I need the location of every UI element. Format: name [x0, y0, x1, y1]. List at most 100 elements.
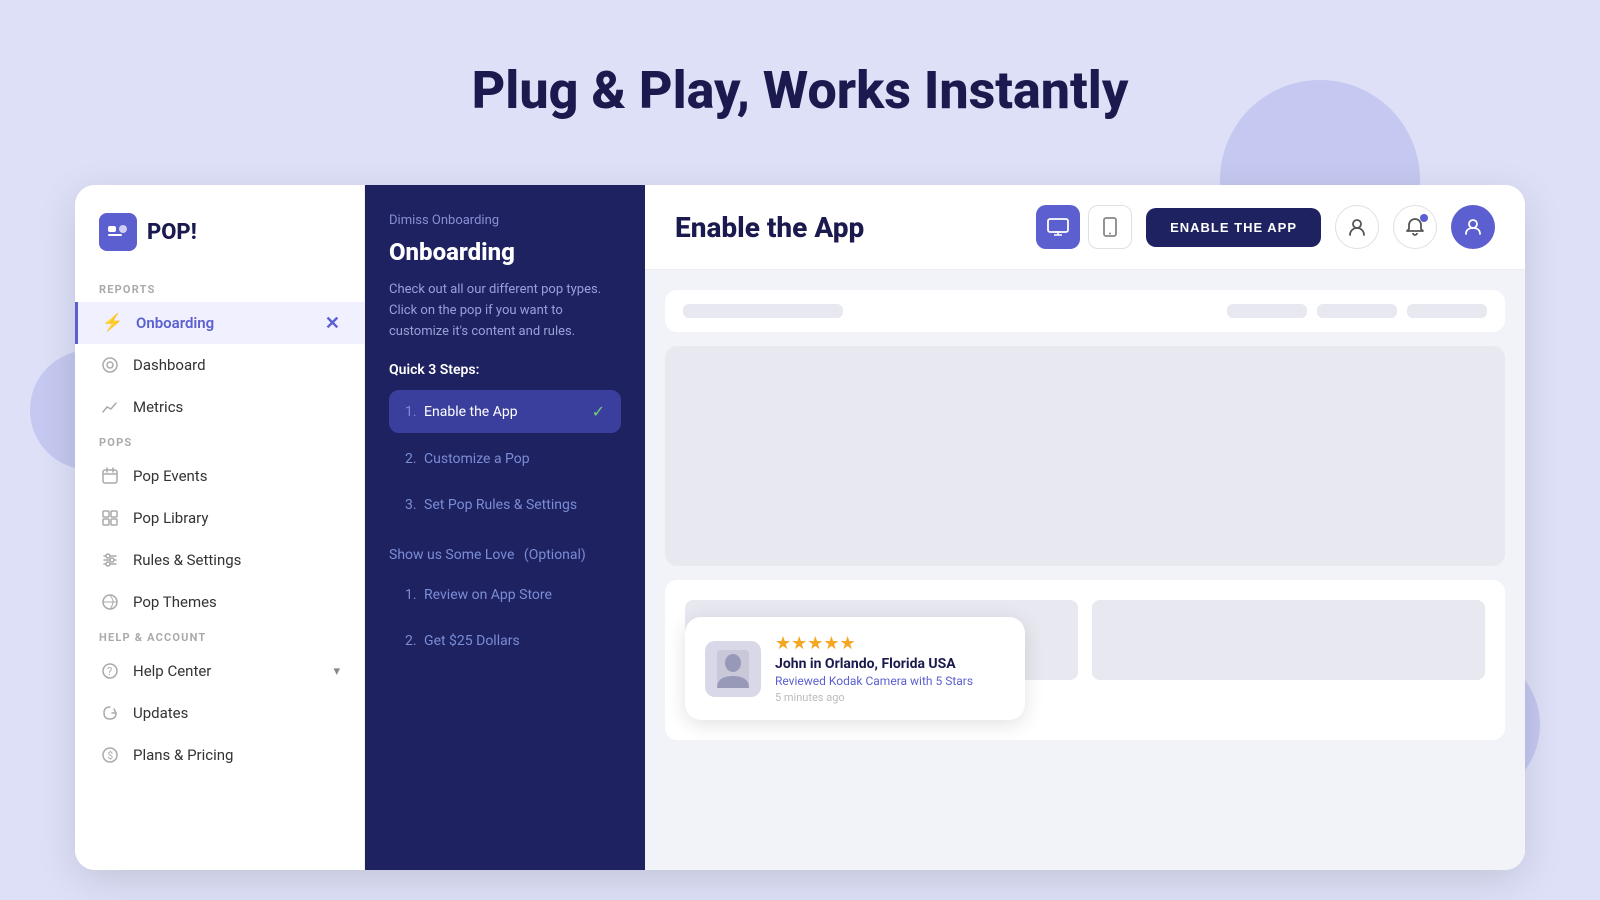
sidebar-item-label-pop-library: Pop Library — [133, 509, 208, 527]
review-info: ★★★★★ John in Orlando, Florida USA Revie… — [775, 633, 973, 704]
content-body: ★★★★★ John in Orlando, Florida USA Revie… — [645, 270, 1525, 870]
section-label-reports: REPORTS — [75, 275, 364, 302]
sliders-icon — [99, 549, 121, 571]
dismiss-onboarding-link[interactable]: Dimiss Onboarding — [389, 213, 621, 228]
sidebar-item-label-updates: Updates — [133, 704, 188, 722]
help-icon: ? — [99, 660, 121, 682]
show-love-label: Show us Some Love — [389, 547, 514, 563]
check-icon: ✓ — [592, 402, 605, 421]
step-1-label: Enable the App — [424, 404, 518, 420]
step-3-label: Set Pop Rules & Settings — [424, 497, 577, 513]
step-2-label: Customize a Pop — [424, 451, 530, 467]
review-highlight: 5 Stars — [935, 674, 973, 688]
svg-text:?: ? — [107, 665, 112, 678]
step-1-text: 1. Enable the App — [405, 404, 518, 420]
svg-text:$: $ — [108, 749, 114, 762]
step-1-enable-app[interactable]: 1. Enable the App ✓ — [389, 390, 621, 433]
logo-icon — [99, 213, 137, 251]
sidebar-item-label-plans-pricing: Plans & Pricing — [133, 746, 233, 764]
steps-title: Quick 3 Steps: — [389, 362, 621, 378]
pricing-icon: $ — [99, 744, 121, 766]
review-time: 5 minutes ago — [775, 691, 973, 704]
mobile-toggle[interactable] — [1088, 205, 1132, 249]
sidebar-item-dashboard[interactable]: Dashboard — [75, 344, 364, 386]
content-title: Enable the App — [675, 211, 864, 244]
preview-bottom-area: ★★★★★ John in Orlando, Florida USA Revie… — [665, 580, 1505, 740]
sidebar-item-updates[interactable]: Updates — [75, 692, 364, 734]
love-2-num: 2. — [405, 633, 417, 649]
page-title: Plug & Play, Works Instantly — [0, 0, 1600, 151]
sidebar-item-pop-themes[interactable]: Pop Themes — [75, 581, 364, 623]
step-3-pop-rules[interactable]: 3. Set Pop Rules & Settings — [389, 485, 621, 525]
step-3-num: 3. — [405, 497, 417, 513]
love-2-label: Get $25 Dollars — [424, 633, 520, 649]
review-stars: ★★★★★ — [775, 633, 973, 654]
step-1-num: 1. — [405, 404, 417, 420]
preview-top-bar — [665, 290, 1505, 332]
user-icon-button[interactable] — [1335, 205, 1379, 249]
sidebar-item-metrics[interactable]: Metrics — [75, 386, 364, 428]
metrics-icon — [99, 396, 121, 418]
logo-area: POP! — [75, 213, 364, 275]
step-2-num: 2. — [405, 451, 417, 467]
content-header: Enable the App — [645, 185, 1525, 270]
sidebar-item-label-pop-events: Pop Events — [133, 467, 207, 485]
fake-bar-3 — [1317, 304, 1397, 318]
logo-text: POP! — [147, 220, 197, 245]
onboarding-title: Onboarding — [389, 238, 621, 266]
desktop-toggle[interactable] — [1036, 205, 1080, 249]
review-text: Reviewed Kodak Camera with 5 Stars — [775, 674, 973, 688]
love-1-num: 1. — [405, 587, 417, 603]
section-label-help: HELP & ACCOUNT — [75, 623, 364, 650]
header-actions: ENABLE THE APP — [1036, 205, 1495, 249]
bell-icon-button[interactable] — [1393, 205, 1437, 249]
step-2-customize-pop[interactable]: 2. Customize a Pop — [389, 439, 621, 479]
fake-bar-2 — [1227, 304, 1307, 318]
sidebar-item-help-center[interactable]: ? Help Center ▾ — [75, 650, 364, 692]
sidebar-item-label-onboarding: Onboarding — [136, 314, 214, 332]
sidebar-item-pop-library[interactable]: Pop Library — [75, 497, 364, 539]
lightning-icon: ⚡ — [102, 312, 124, 334]
show-love-section: Show us Some Love (Optional) 1. Review o… — [389, 547, 621, 661]
dashboard-icon — [99, 354, 121, 376]
sidebar-item-pop-events[interactable]: Pop Events — [75, 455, 364, 497]
review-name: John in Orlando, Florida USA — [775, 656, 973, 672]
calendar-icon — [99, 465, 121, 487]
fake-bar-4 — [1407, 304, 1487, 318]
love-item-dollars[interactable]: 2. Get $25 Dollars — [389, 621, 621, 661]
themes-icon — [99, 591, 121, 613]
chevron-down-icon: ▾ — [333, 664, 340, 679]
review-text-prefix: Reviewed Kodak Camera with — [775, 674, 933, 688]
main-card: POP! REPORTS ⚡ Onboarding ✕ Dashboard — [75, 185, 1525, 870]
close-icon[interactable]: ✕ — [325, 313, 340, 334]
updates-icon — [99, 702, 121, 724]
avatar-button[interactable] — [1451, 205, 1495, 249]
device-toggles — [1036, 205, 1132, 249]
sidebar-item-rules-settings[interactable]: Rules & Settings — [75, 539, 364, 581]
love-item-review[interactable]: 1. Review on App Store — [389, 575, 621, 615]
onboarding-panel: Dimiss Onboarding Onboarding Check out a… — [365, 185, 645, 870]
section-label-pops: POPS — [75, 428, 364, 455]
sidebar: POP! REPORTS ⚡ Onboarding ✕ Dashboard — [75, 185, 365, 870]
sidebar-item-label-dashboard: Dashboard — [133, 356, 206, 374]
show-love-title: Show us Some Love (Optional) — [389, 547, 621, 563]
sidebar-item-label-help-center: Help Center — [133, 662, 211, 680]
optional-label: (Optional) — [524, 547, 586, 563]
preview-col-2 — [1092, 600, 1485, 680]
fake-bar-1 — [683, 304, 843, 318]
sidebar-item-label-pop-themes: Pop Themes — [133, 593, 217, 611]
sidebar-item-label-metrics: Metrics — [133, 398, 183, 416]
review-avatar — [705, 641, 761, 697]
love-1-label: Review on App Store — [424, 587, 552, 603]
step-3-text: 3. Set Pop Rules & Settings — [405, 497, 577, 513]
notification-dot — [1420, 214, 1428, 222]
sidebar-item-plans-pricing[interactable]: $ Plans & Pricing — [75, 734, 364, 776]
step-2-text: 2. Customize a Pop — [405, 451, 530, 467]
enable-app-button[interactable]: ENABLE THE APP — [1146, 208, 1321, 247]
main-content: Enable the App — [645, 185, 1525, 870]
preview-main-area — [665, 346, 1505, 566]
sidebar-item-onboarding[interactable]: ⚡ Onboarding ✕ — [75, 302, 364, 344]
onboarding-description: Check out all our different pop types. C… — [389, 280, 621, 342]
sidebar-item-label-rules-settings: Rules & Settings — [133, 551, 241, 569]
review-card: ★★★★★ John in Orlando, Florida USA Revie… — [685, 617, 1025, 720]
